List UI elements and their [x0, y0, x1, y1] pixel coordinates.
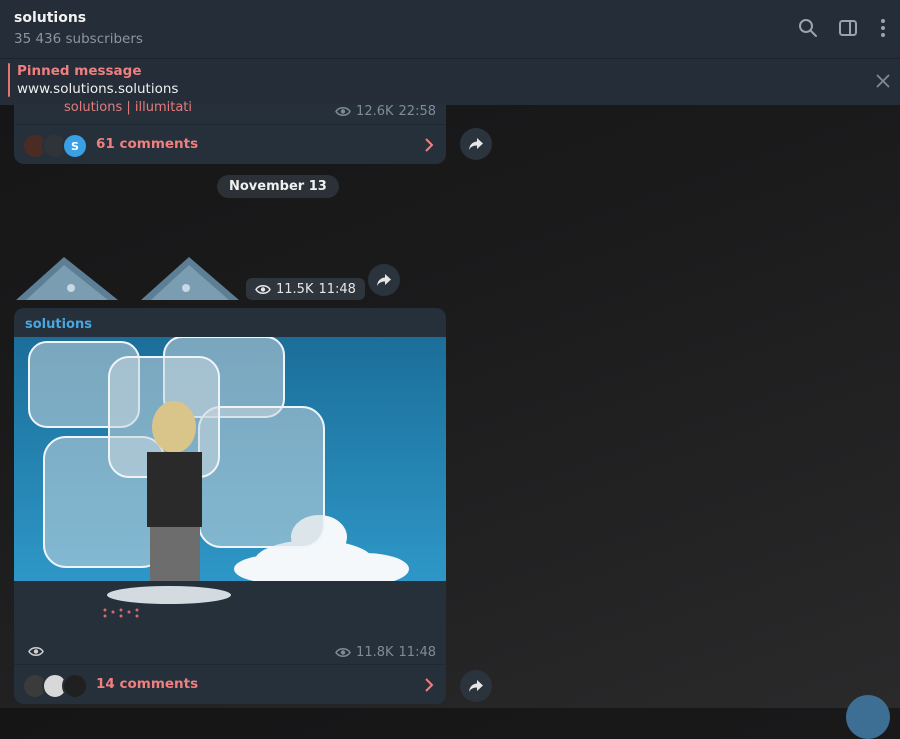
cloud-sticker: [107, 586, 231, 604]
subscriber-count: 35 436 subscribers: [14, 31, 143, 47]
post-author: solutions | illumitati: [64, 100, 192, 115]
message-time: 22:58: [398, 104, 436, 119]
chevron-right-icon: [425, 138, 434, 152]
message-time: 11:48: [398, 645, 436, 660]
album-thumbnail[interactable]: [16, 255, 118, 300]
pinned-label: Pinned message: [17, 63, 142, 79]
view-count: 11.5K: [276, 281, 314, 297]
comments-button[interactable]: S 61 comments: [14, 124, 446, 165]
chat-header[interactable]: solutions 35 436 subscribers: [0, 0, 900, 58]
author-text: solutions | illumitati: [64, 100, 193, 115]
chevron-right-icon: [425, 678, 434, 692]
share-button[interactable]: [368, 264, 400, 296]
search-button[interactable]: [796, 16, 820, 40]
share-button[interactable]: [460, 128, 492, 160]
eye-icon: [255, 284, 271, 294]
comments-label: 61 comments: [96, 136, 199, 152]
scroll-down-button[interactable]: [846, 695, 890, 739]
photo-image: [14, 337, 446, 581]
message-time: 11:48: [318, 281, 356, 297]
comments-label: 14 comments: [96, 676, 199, 692]
pinned-accent-bar: [8, 63, 10, 97]
pinned-text: www.solutions.solutions: [17, 81, 179, 97]
share-button[interactable]: [460, 670, 492, 702]
share-icon: [377, 274, 391, 286]
channel-title: solutions: [14, 10, 87, 26]
eye-icon: [335, 648, 351, 657]
avatar: [62, 673, 88, 699]
photo-message-bubble[interactable]: solutions 11.8K 11:48 14 comments: [14, 308, 446, 704]
comments-button[interactable]: 14 comments: [14, 664, 446, 705]
album-meta: 11.5K 11:48: [246, 278, 365, 300]
view-count: 11.8K: [356, 645, 394, 660]
sidebar-toggle-button[interactable]: [836, 16, 860, 40]
pinned-message[interactable]: Pinned message www.solutions.solutions: [0, 58, 900, 105]
search-icon: [799, 19, 817, 37]
message-bubble[interactable]: solutions | illumitati 12.6K 22:58 S 61 …: [14, 100, 446, 165]
view-count: 12.6K: [356, 104, 394, 119]
album-thumbnail[interactable]: [141, 255, 239, 300]
sidebar-toggle-icon: [839, 20, 857, 36]
sender-name[interactable]: solutions: [25, 317, 92, 332]
loading-dots: [102, 606, 142, 620]
avatar: S: [62, 133, 88, 159]
close-icon: [876, 74, 890, 88]
date-separator: November 13: [217, 175, 339, 198]
more-vertical-icon: [881, 19, 885, 37]
message-meta: 11.8K 11:48: [335, 645, 436, 660]
share-icon: [469, 138, 483, 150]
eye-icon: [335, 107, 351, 116]
loading-indicator: [103, 608, 139, 618]
close-pinned-button[interactable]: [872, 70, 894, 92]
message-meta: 12.6K 22:58: [335, 104, 436, 119]
post-photo[interactable]: [14, 337, 446, 581]
more-button[interactable]: [872, 16, 894, 40]
share-icon: [469, 680, 483, 692]
eye-icon: [28, 647, 44, 656]
